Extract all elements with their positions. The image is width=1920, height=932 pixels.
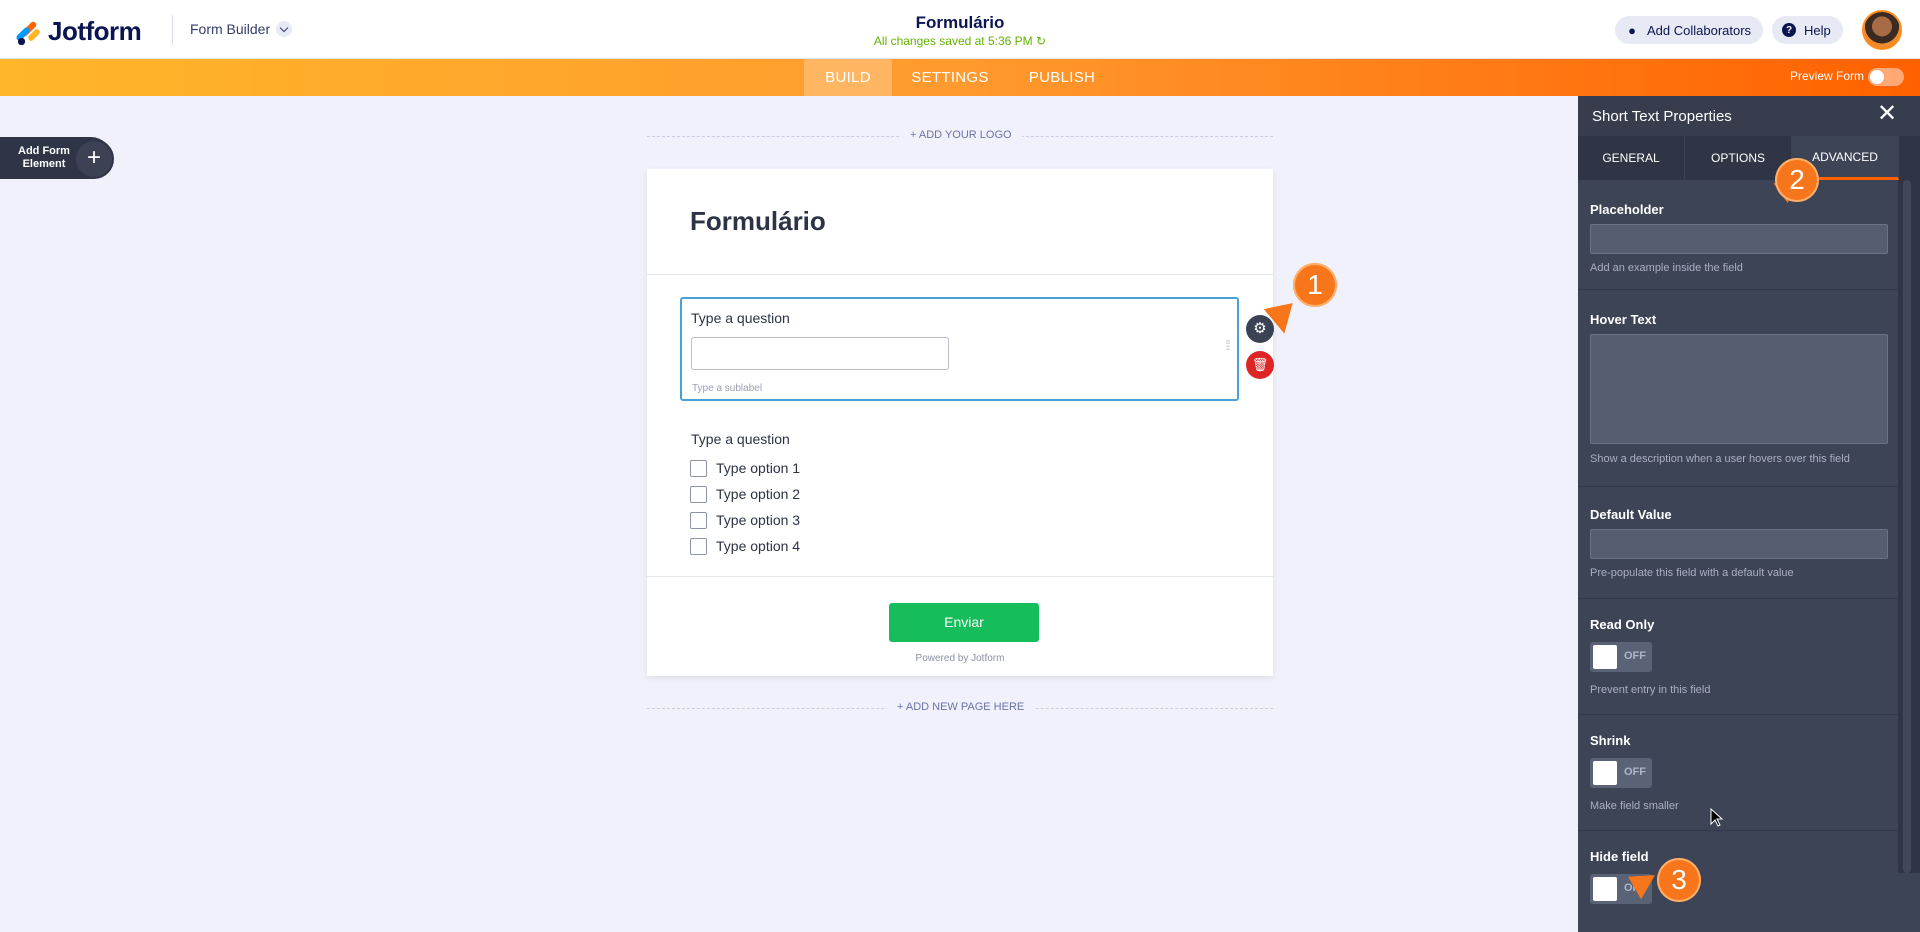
checkbox-option[interactable]: Type option 2	[690, 485, 800, 503]
plus-icon: +	[74, 139, 114, 179]
add-collaborators-label: Add Collaborators	[1647, 22, 1752, 38]
toggle-knob	[1593, 761, 1617, 785]
question-label[interactable]: Type a question	[691, 310, 790, 326]
short-text-input[interactable]	[691, 337, 949, 370]
placeholder-hint: Add an example inside the field	[1590, 262, 1743, 274]
drag-handle-icon[interactable]: ⁞⁞	[1225, 338, 1231, 352]
panel-title: Short Text Properties	[1592, 108, 1732, 125]
help-button[interactable]: ? Help	[1772, 16, 1843, 44]
toggle-state: OFF	[1624, 650, 1646, 662]
avatar[interactable]	[1862, 10, 1902, 50]
powered-by[interactable]: Powered by Jotform	[647, 653, 1273, 664]
tab-settings[interactable]: SETTINGS	[898, 59, 1002, 96]
hide-field-section: Hide field OFF	[1578, 831, 1898, 932]
help-label: Help	[1804, 22, 1831, 38]
shrink-hint: Make field smaller	[1590, 800, 1679, 812]
default-value-title: Default Value	[1590, 507, 1672, 522]
submit-button[interactable]: Enviar	[889, 603, 1039, 642]
top-header: Jotform Form Builder Formulário All chan…	[0, 0, 1920, 59]
checkbox-option[interactable]: Type option 1	[690, 459, 800, 477]
trash-icon[interactable]: 🗑	[1246, 351, 1274, 379]
user-icon: ●	[1628, 22, 1636, 38]
toggle-knob	[1593, 645, 1617, 669]
checkbox[interactable]	[690, 511, 707, 529]
default-value-input[interactable]	[1590, 529, 1888, 559]
read-only-title: Read Only	[1590, 617, 1655, 632]
heading-divider	[647, 274, 1273, 275]
submit-divider	[647, 576, 1273, 577]
preview-form-toggle[interactable]	[1868, 68, 1904, 86]
gear-icon[interactable]: ⚙	[1246, 315, 1274, 343]
panel-header: Short Text Properties ✕	[1578, 96, 1920, 136]
checkbox[interactable]	[690, 485, 707, 503]
form-card: Formulário Type a question Type a sublab…	[647, 169, 1273, 676]
placeholder-section: Placeholder Add an example inside the fi…	[1578, 180, 1898, 290]
option-label: Type option 3	[716, 512, 801, 528]
shrink-toggle[interactable]: OFF	[1590, 758, 1652, 788]
checkbox[interactable]	[690, 459, 707, 477]
short-text-field-selected[interactable]: Type a question Type a sublabel	[680, 297, 1239, 401]
add-form-element-label: Add Form Element	[18, 145, 70, 170]
checkbox-question-label[interactable]: Type a question	[691, 431, 790, 447]
tab-publish[interactable]: PUBLISH	[1016, 59, 1108, 96]
mouse-cursor-icon	[1710, 808, 1724, 827]
placeholder-title: Placeholder	[1590, 202, 1664, 217]
hover-text-hint: Show a description when a user hovers ov…	[1590, 453, 1850, 465]
tab-build[interactable]: BUILD	[804, 59, 892, 96]
sublabel[interactable]: Type a sublabel	[692, 383, 762, 394]
panel-tabs: GENERAL OPTIONS ADVANCED	[1578, 136, 1920, 180]
toggle-knob	[1593, 877, 1617, 901]
hover-text-section: Hover Text Show a description when a use…	[1578, 290, 1898, 487]
preview-form-label: Preview Form	[1790, 69, 1865, 83]
checkbox-option[interactable]: Type option 3	[690, 511, 800, 529]
read-only-section: Read Only OFF Prevent entry in this fiel…	[1578, 599, 1898, 715]
shrink-title: Shrink	[1590, 733, 1631, 748]
hover-text-textarea[interactable]	[1590, 334, 1888, 444]
properties-panel: Short Text Properties ✕ GENERAL OPTIONS …	[1578, 96, 1920, 932]
hover-text-title: Hover Text	[1590, 312, 1657, 327]
callout-badge: 1	[1293, 263, 1337, 307]
close-icon[interactable]: ✕	[1877, 102, 1897, 126]
question-icon: ?	[1782, 23, 1796, 37]
form-heading[interactable]: Formulário	[690, 206, 826, 237]
add-logo-link[interactable]: + ADD YOUR LOGO	[900, 129, 1022, 141]
refresh-icon: ↻	[1036, 34, 1047, 48]
placeholder-input[interactable]	[1590, 224, 1888, 254]
option-label: Type option 4	[716, 538, 801, 554]
shrink-section: Shrink OFF Make field smaller	[1578, 715, 1898, 831]
callout-badge: 2	[1775, 158, 1819, 202]
checkbox-option[interactable]: Type option 4	[690, 537, 800, 555]
toggle-state: OFF	[1624, 766, 1646, 778]
option-label: Type option 2	[716, 486, 801, 502]
builder-nav: BUILD SETTINGS PUBLISH Preview Form	[0, 59, 1920, 96]
option-label: Type option 1	[716, 460, 801, 476]
default-value-section: Default Value Pre-populate this field wi…	[1578, 487, 1898, 599]
add-collaborators-button[interactable]: ● Add Collaborators	[1615, 16, 1764, 44]
checkbox[interactable]	[690, 537, 707, 555]
panel-scrollbar[interactable]	[1898, 180, 1920, 873]
hide-field-title: Hide field	[1590, 849, 1649, 864]
callout-badge: 3	[1657, 858, 1701, 902]
read-only-hint: Prevent entry in this field	[1590, 684, 1711, 696]
save-status-text: All changes saved at 5:36 PM	[873, 34, 1033, 48]
add-new-page-link[interactable]: + ADD NEW PAGE HERE	[887, 701, 1035, 713]
default-value-hint: Pre-populate this field with a default v…	[1590, 567, 1794, 579]
add-form-element-button[interactable]: Add Form Element +	[0, 137, 114, 179]
tab-general[interactable]: GENERAL	[1578, 136, 1685, 180]
read-only-toggle[interactable]: OFF	[1590, 642, 1652, 672]
